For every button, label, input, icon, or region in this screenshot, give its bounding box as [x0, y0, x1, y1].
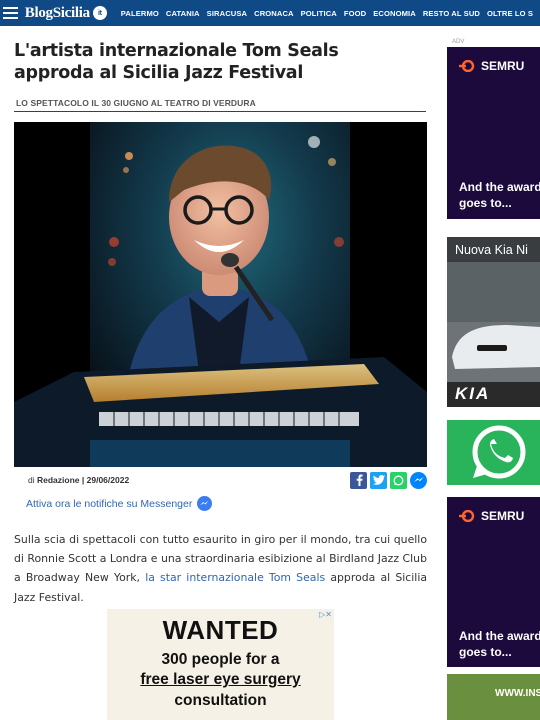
sidebar-ad-semrush-1[interactable]: SEMRU And the award goes to...	[447, 47, 540, 219]
semrush-flame-icon	[459, 60, 475, 72]
semrush-logo-text: SEMRU	[481, 59, 525, 73]
nav-item-economia[interactable]: ECONOMIA	[373, 9, 416, 18]
hero-photo-illustration	[14, 122, 427, 467]
author-name[interactable]: Redazione	[37, 475, 80, 485]
messenger-notify-link[interactable]: Attiva ora le notifiche su Messenger	[26, 496, 213, 511]
semrush-logo: SEMRU	[459, 509, 524, 523]
twitter-icon[interactable]	[370, 471, 387, 489]
kia-car-illustration	[447, 237, 540, 407]
article-meta-row: di Redazione | 29/06/2022	[14, 470, 427, 490]
semrush-logo-text: SEMRU	[481, 509, 525, 523]
publish-date: 29/06/2022	[86, 475, 130, 485]
main-nav: PALERMO CATANIA SIRACUSA CRONACA POLITIC…	[121, 9, 540, 18]
nav-item-siracusa[interactable]: SIRACUSA	[207, 9, 247, 18]
ad-line-2: 300 people for a	[161, 651, 280, 668]
sidebar-ad-whatsapp[interactable]	[447, 420, 540, 485]
whatsapp-icon[interactable]	[390, 471, 407, 489]
ad-line-3: free laser eye surgery	[140, 671, 301, 688]
messenger-icon[interactable]	[410, 471, 427, 489]
messenger-icon	[197, 496, 213, 511]
article-body: Sulla scia di spettacoli con tutto esaur…	[14, 530, 427, 607]
logo-text: BlogSicilia	[24, 4, 90, 21]
inline-ad[interactable]: ▷✕ WANTED 300 people for a free laser ey…	[107, 609, 334, 720]
whatsapp-icon	[472, 425, 526, 479]
facebook-icon[interactable]	[350, 471, 367, 489]
byline: di Redazione | 29/06/2022	[28, 475, 130, 485]
nav-item-palermo[interactable]: PALERMO	[121, 9, 159, 18]
article-subtitle: LO SPETTACOLO IL 30 GIUGNO AL TEATRO DI …	[16, 98, 256, 108]
notify-text: Attiva ora le notifiche su Messenger	[26, 497, 193, 510]
body-link-tom-seals[interactable]: la star internazionale Tom Seals	[145, 571, 325, 584]
hero-image[interactable]	[14, 122, 427, 467]
nav-item-resto-al-sud[interactable]: RESTO AL SUD	[423, 9, 480, 18]
sidebar-ad-label: ADV	[452, 39, 465, 45]
ad-headline: WANTED	[162, 615, 279, 645]
site-logo[interactable]: BlogSicilia it	[25, 5, 107, 22]
semrush-text-2: goes to...	[459, 645, 512, 659]
semrush-flame-icon	[459, 510, 475, 522]
nav-item-catania[interactable]: CATANIA	[166, 9, 200, 18]
top-navigation-bar: BlogSicilia it PALERMO CATANIA SIRACUSA …	[0, 0, 540, 26]
article-subtitle-bar: LO SPETTACOLO IL 30 GIUGNO AL TEATRO DI …	[14, 98, 426, 112]
sidebar-ad-kia[interactable]: Nuova Kia Ni KIA	[447, 237, 540, 407]
semrush-text-2: goes to...	[459, 196, 512, 210]
ad-line-4: consultation	[174, 692, 267, 709]
menu-icon[interactable]	[2, 0, 19, 26]
byline-prefix: di	[28, 475, 35, 485]
ins-ad-text: WWW.INS	[495, 688, 540, 699]
kia-logo: KIA	[455, 384, 491, 403]
sidebar-ad-semrush-2[interactable]: SEMRU And the award goes to...	[447, 497, 540, 667]
nav-item-oltre[interactable]: OLTRE LO S	[487, 9, 533, 18]
kia-ad-title: Nuova Kia Ni	[455, 243, 528, 257]
sidebar-ad-ins[interactable]: WWW.INS	[447, 674, 540, 720]
semrush-logo: SEMRU	[459, 59, 524, 73]
semrush-text-1: And the award	[459, 180, 540, 194]
article-title: L'artista internazionale Tom Seals appro…	[14, 41, 339, 83]
semrush-text-1: And the award	[459, 629, 540, 643]
logo-badge: it	[92, 6, 107, 20]
share-buttons	[350, 471, 427, 489]
nav-item-food[interactable]: FOOD	[344, 9, 366, 18]
nav-item-cronaca[interactable]: CRONACA	[254, 9, 294, 18]
nav-item-politica[interactable]: POLITICA	[301, 9, 337, 18]
